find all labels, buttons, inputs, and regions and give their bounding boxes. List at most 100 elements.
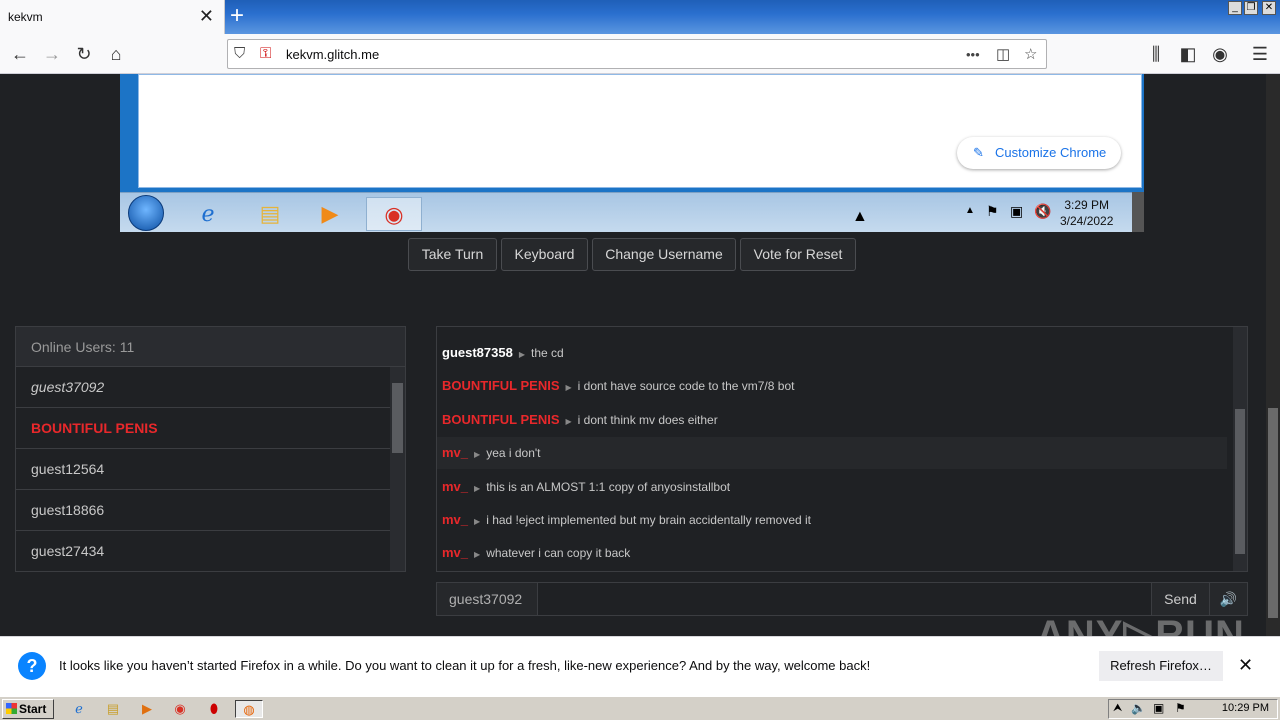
- chat-message-text: whatever i can copy it back: [486, 546, 631, 561]
- shield-icon[interactable]: ⛉: [234, 45, 245, 62]
- userlist-scrollbar[interactable]: [390, 367, 405, 571]
- vm-clock[interactable]: 3:29 PM 3/24/2022: [1060, 197, 1113, 229]
- volume-muted-icon[interactable]: 🔇: [1034, 203, 1051, 220]
- notification-text: It looks like you haven’t started Firefo…: [59, 658, 871, 673]
- chat-message: BOUNTIFUL PENIS ▶ i dont think mv does eit…: [437, 404, 1227, 436]
- page-scrollbar[interactable]: [1266, 74, 1280, 636]
- chat-message: mv_ ▶ yea i don't: [437, 437, 1227, 470]
- ie-icon[interactable]: ℯ: [180, 197, 236, 231]
- user-item[interactable]: guest18866: [16, 490, 390, 531]
- firefox-task-icon[interactable]: ◍: [235, 700, 263, 718]
- account-icon[interactable]: ◉: [1208, 42, 1232, 66]
- chrome-icon[interactable]: ◉: [366, 197, 422, 231]
- page-content: ✎ Customize Chrome ℯ ▤ ▶ ◉ ▲ ⚑ ▣ 🔇 3:29 …: [0, 74, 1266, 636]
- volume-icon[interactable]: 🔊: [1209, 583, 1247, 615]
- minimize-icon[interactable]: _: [1228, 1, 1242, 15]
- insecure-lock-icon[interactable]: ⚿: [260, 45, 271, 62]
- folder-quicklaunch-icon[interactable]: ▤: [104, 700, 122, 718]
- navigation-bar: ← → ↻ ⌂ ⛉ ⚿ kekvm.glitch.me ••• ◫ ☆ ⫼ ◧ …: [0, 34, 1280, 74]
- chat-message-input[interactable]: [539, 583, 1151, 615]
- chat-message: mv_ ▶ whatever i can copy it back: [437, 537, 1227, 569]
- reload-icon[interactable]: ↻: [72, 42, 96, 66]
- chat-message-user[interactable]: BOUNTIFUL PENIS: [442, 412, 560, 427]
- chat-message-user[interactable]: mv_: [442, 512, 468, 527]
- chat-arrow-icon: ▶: [474, 517, 481, 526]
- chrome-quicklaunch-icon[interactable]: ◉: [171, 700, 189, 718]
- window-close-icon[interactable]: ✕: [1262, 1, 1276, 15]
- chat-message-text: i dont have source code to the vm7/8 bot: [577, 379, 795, 394]
- ie-quicklaunch-icon[interactable]: ℯ: [70, 700, 88, 718]
- change-username-button[interactable]: Change Username: [592, 238, 736, 271]
- notification-close-icon[interactable]: ✕: [1238, 655, 1253, 676]
- user-item-self[interactable]: guest37092: [16, 367, 390, 408]
- page-scroll-thumb[interactable]: [1268, 408, 1278, 618]
- chat-message-user[interactable]: mv_: [442, 445, 468, 460]
- chat-arrow-icon: ▶: [518, 350, 525, 359]
- keyboard-button[interactable]: Keyboard: [501, 238, 588, 271]
- user-item[interactable]: guest27434: [16, 531, 390, 572]
- chat-arrow-icon: ▶: [474, 450, 481, 460]
- chat-message-text: i had !eject implemented but my brain ac…: [486, 513, 812, 527]
- forward-icon[interactable]: →: [40, 42, 64, 66]
- url-bar[interactable]: ⛉ ⚿ kekvm.glitch.me ••• ◫ ☆: [227, 39, 1047, 69]
- chat-message: mv_ ▶ i had !eject implemented but my brai…: [437, 504, 1227, 536]
- explorer-folder-icon[interactable]: ▤: [242, 197, 298, 231]
- refresh-firefox-button[interactable]: Refresh Firefox…: [1099, 651, 1223, 681]
- start-button[interactable]: Start: [2, 699, 54, 719]
- back-icon[interactable]: ←: [8, 42, 32, 66]
- chat-input-bar: guest37092 Send 🔊: [436, 582, 1248, 616]
- user-item-admin[interactable]: BOUNTIFUL PENIS: [16, 408, 390, 449]
- chat-message-user[interactable]: guest87358: [442, 345, 513, 360]
- chat-scrollbar[interactable]: [1233, 327, 1247, 571]
- customize-label: Customize Chrome: [995, 145, 1107, 160]
- user-item[interactable]: guest12564: [16, 449, 390, 490]
- new-tab-button[interactable]: +: [230, 3, 244, 29]
- menu-icon[interactable]: ☰: [1248, 42, 1272, 66]
- restore-icon[interactable]: ❐: [1244, 1, 1258, 15]
- chat-message-user[interactable]: mv_: [442, 479, 468, 494]
- vote-for-reset-button[interactable]: Vote for Reset: [740, 238, 856, 271]
- host-taskbar: Start ℯ ▤ ▶ ◉ ⬮ ◍ ⮝ 🔈 ▣ ⚑ 10:29 PM: [0, 696, 1280, 720]
- tray-flag-icon[interactable]: ⚑: [1175, 701, 1186, 715]
- vm-scrollbar: [1132, 192, 1144, 232]
- page-actions-icon[interactable]: •••: [966, 47, 980, 62]
- take-turn-button[interactable]: Take Turn: [408, 238, 497, 271]
- sidebar-icon[interactable]: ◧: [1176, 42, 1200, 66]
- vm-mouse-cursor-icon: ▲: [852, 208, 868, 225]
- chat-scroll-thumb[interactable]: [1235, 409, 1245, 554]
- network-icon[interactable]: ▣: [1010, 203, 1023, 220]
- send-button[interactable]: Send: [1151, 583, 1209, 615]
- action-center-flag-icon[interactable]: ⚑: [986, 203, 999, 220]
- tab-kekvm[interactable]: kekvm ✕: [0, 0, 225, 34]
- chat-arrow-icon: ▶: [565, 383, 572, 393]
- home-icon[interactable]: ⌂: [104, 42, 128, 66]
- system-tray: ⮝ 🔈 ▣ ⚑ 10:29 PM: [1108, 699, 1278, 719]
- bookmark-star-icon[interactable]: ☆: [1024, 45, 1037, 63]
- chat-message: BOUNTIFUL PENIS ▶ i dont have source code …: [437, 370, 1227, 402]
- tray-volume-icon[interactable]: 🔈: [1131, 701, 1146, 715]
- question-icon: ?: [18, 652, 46, 680]
- chat-message-user[interactable]: BOUNTIFUL PENIS: [442, 378, 560, 393]
- userlist-scroll-thumb[interactable]: [392, 383, 403, 453]
- online-users-header: Online Users: 11: [16, 327, 405, 367]
- url-text[interactable]: kekvm.glitch.me: [286, 47, 379, 62]
- vm-start-orb-icon[interactable]: [128, 195, 164, 231]
- tray-network-icon[interactable]: ▣: [1153, 701, 1164, 715]
- chat-message-text: this is an ALMOST 1:1 copy of anyosinsta…: [486, 479, 731, 494]
- media-quicklaunch-icon[interactable]: ▶: [138, 700, 156, 718]
- vm-chrome-window[interactable]: ✎ Customize Chrome: [138, 74, 1142, 188]
- chat-message-user[interactable]: mv_: [442, 545, 468, 560]
- tab-title: kekvm: [8, 10, 43, 24]
- chat-message: mv_ ▶ this is an ALMOST 1:1 copy of anyosi…: [437, 471, 1227, 503]
- media-player-icon[interactable]: ▶: [302, 197, 358, 231]
- opera-quicklaunch-icon[interactable]: ⬮: [205, 700, 223, 718]
- library-icon[interactable]: ⫼: [1144, 42, 1168, 66]
- customize-chrome-button[interactable]: ✎ Customize Chrome: [957, 137, 1121, 169]
- tab-close-icon[interactable]: ✕: [199, 7, 214, 25]
- host-clock[interactable]: 10:29 PM: [1222, 702, 1269, 714]
- vm-screen[interactable]: ✎ Customize Chrome ℯ ▤ ▶ ◉ ▲ ⚑ ▣ 🔇 3:29 …: [120, 74, 1144, 232]
- tab-strip: kekvm ✕ + _ ❐ ✕: [0, 0, 1280, 34]
- tray-expand-icon[interactable]: ▲: [965, 205, 975, 216]
- pocket-icon[interactable]: ◫: [996, 45, 1010, 63]
- tray-expand-icon[interactable]: ⮝: [1113, 702, 1122, 715]
